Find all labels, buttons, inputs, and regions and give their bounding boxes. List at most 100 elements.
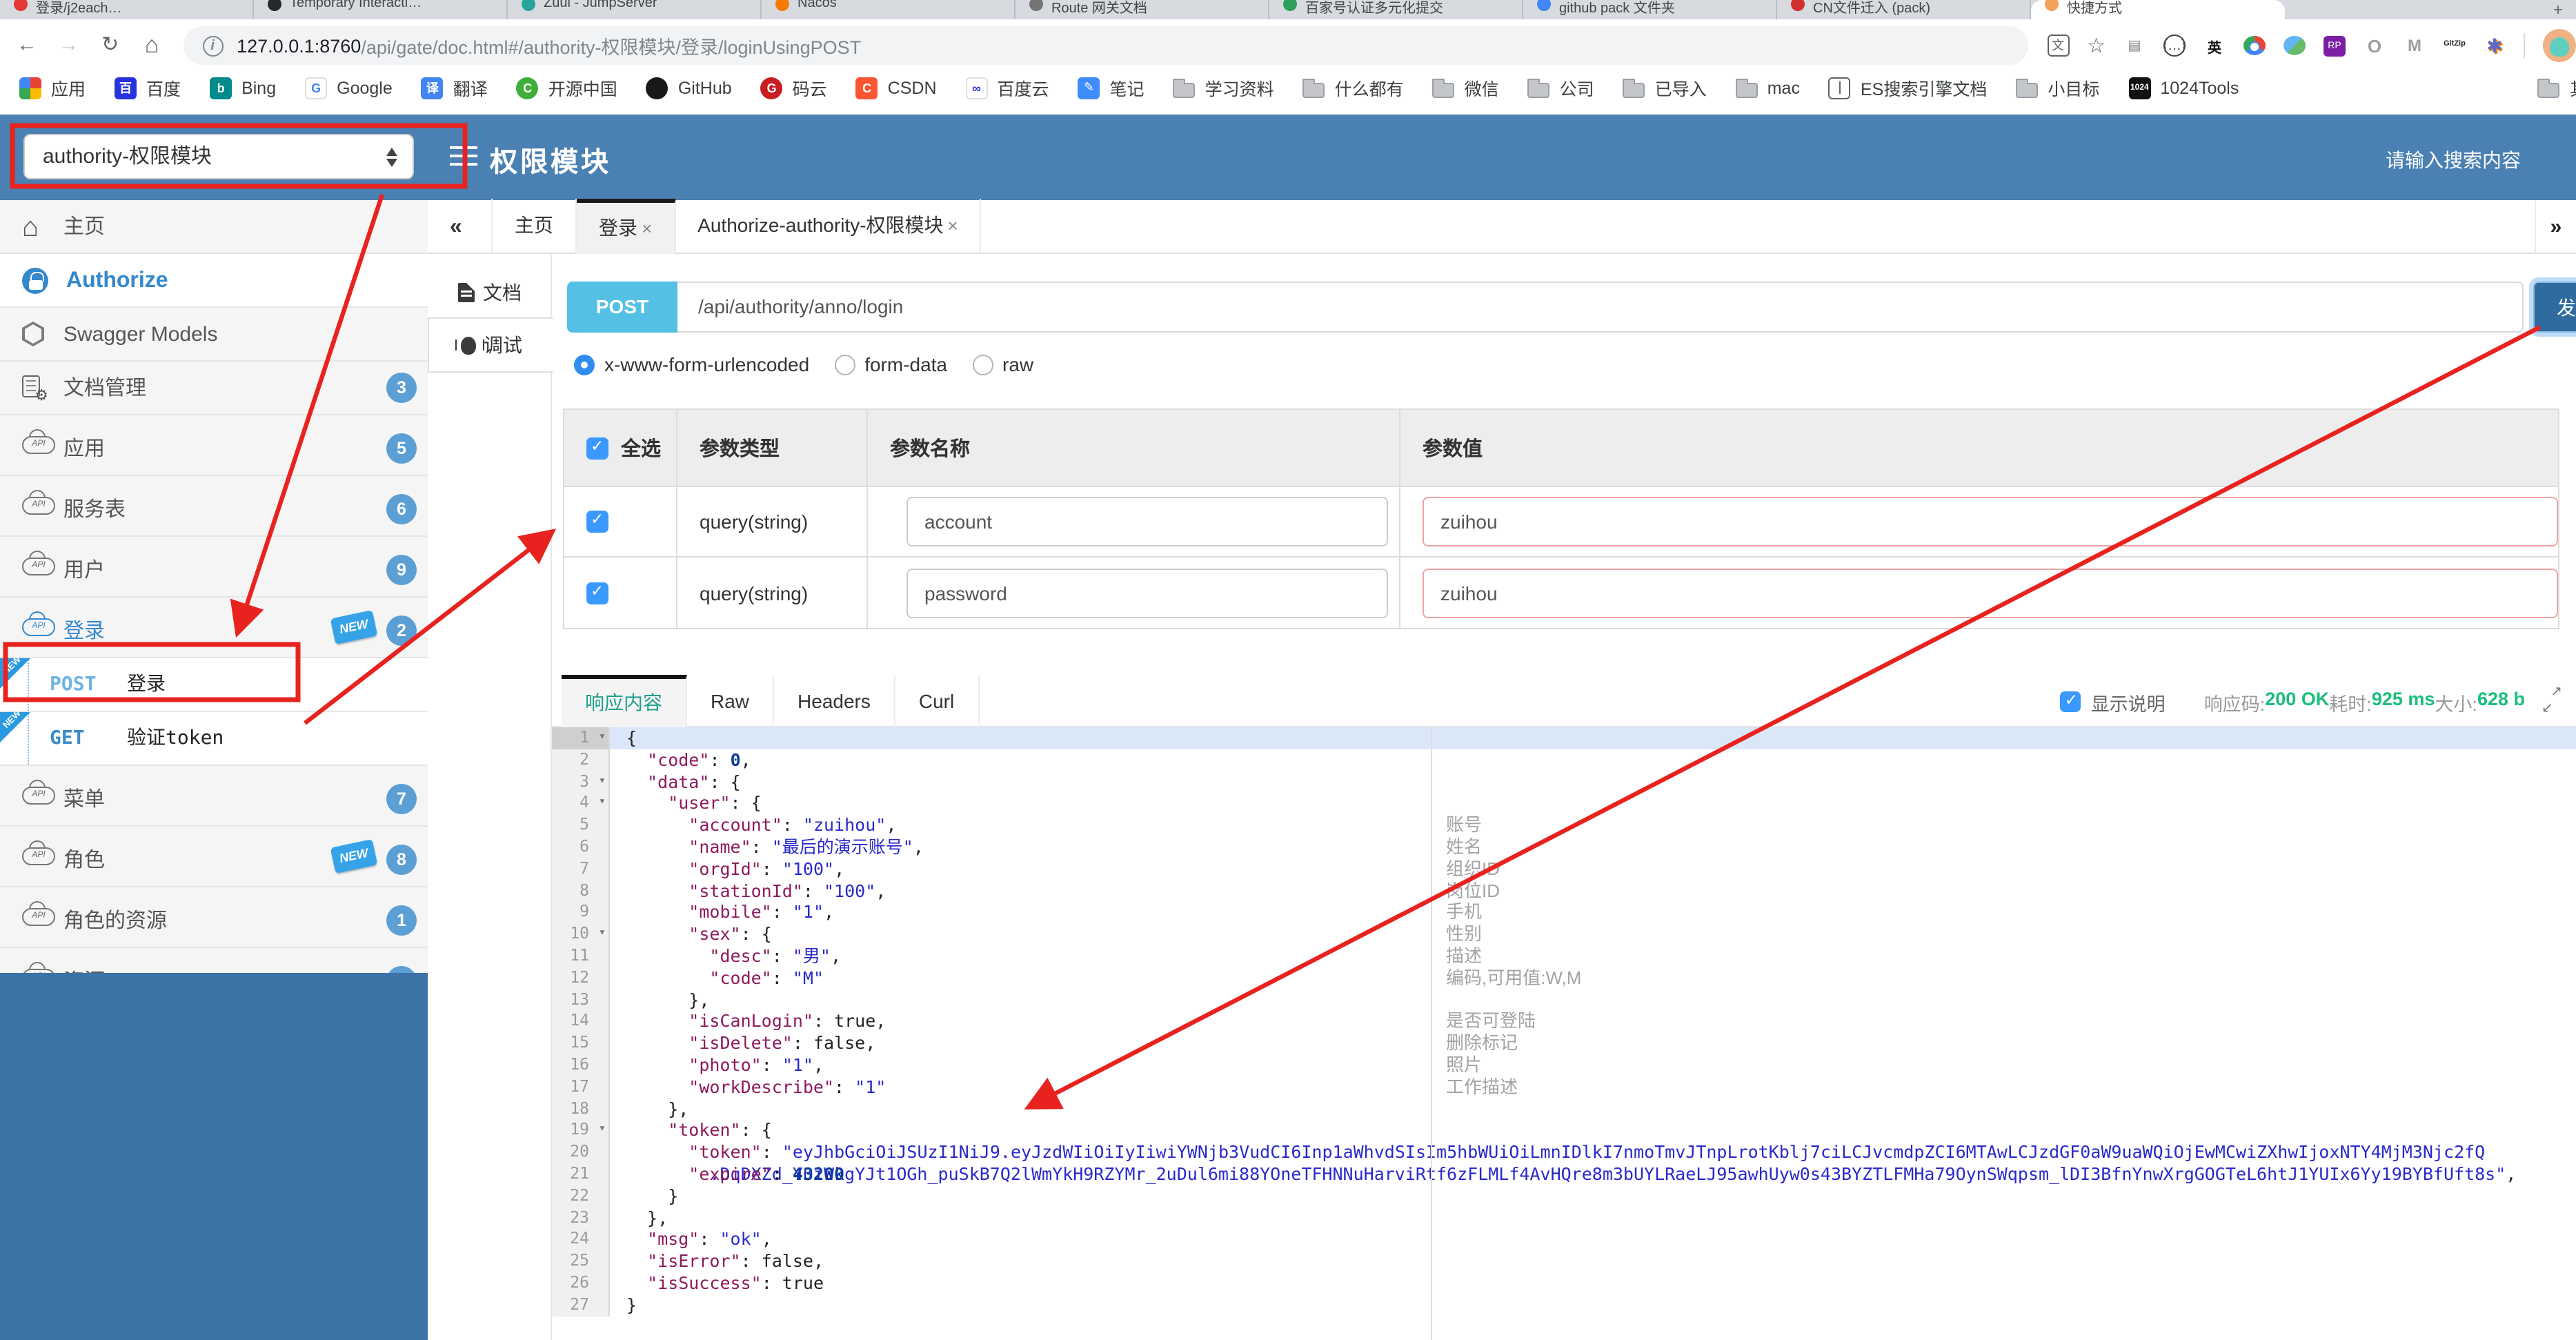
browser-tab[interactable]: 登录/j2each… [0, 0, 254, 19]
bookmark[interactable]: 1024 1024Tools [2128, 77, 2239, 99]
bookmark[interactable]: 已导入 [1623, 75, 1707, 101]
line-number[interactable]: 17 [552, 1076, 610, 1098]
browser-tab[interactable]: 快捷方式 [2031, 0, 2285, 19]
line-number[interactable]: 15 [552, 1032, 610, 1054]
line-number[interactable]: 10 [552, 923, 610, 945]
response-tab[interactable]: Headers [774, 675, 895, 727]
bookmark[interactable]: GitHub [646, 77, 732, 99]
line-number[interactable]: 13 [552, 989, 610, 1011]
line-number[interactable]: 7 [552, 858, 610, 880]
browser-tab[interactable]: Temporary Interacti… [254, 0, 508, 19]
fold-icon[interactable] [599, 1120, 606, 1142]
send-button[interactable]: 发 [2533, 282, 2576, 333]
line-number[interactable]: 5 [552, 814, 610, 836]
browser-tab[interactable]: 百家号认证多元化提交 [1269, 0, 1523, 19]
line-number[interactable]: 25 [552, 1250, 610, 1272]
sidebar-item[interactable]: 文档管理 3 [0, 362, 428, 415]
radio-icon[interactable] [834, 354, 855, 375]
collapse-tabs-icon[interactable] [450, 200, 462, 254]
line-number[interactable]: 9 [552, 901, 610, 924]
line-number[interactable]: 27 [552, 1294, 610, 1317]
browser-tab[interactable]: CN文件迁入 (pack) [1777, 0, 2031, 19]
reload-button[interactable] [96, 29, 125, 62]
content-type-radio[interactable]: form-data [834, 353, 947, 375]
sidebar-item[interactable]: 角色的资源 1 [0, 894, 428, 948]
bookmark[interactable]: ∞ 百度云 [965, 75, 1049, 101]
line-number[interactable]: 4 [552, 792, 610, 815]
content-tab[interactable]: 主页 [493, 199, 577, 254]
fullscreen-icon[interactable] [2542, 684, 2562, 716]
browser-tab[interactable]: Nacos [762, 0, 1015, 19]
line-number[interactable]: 8 [552, 880, 610, 902]
line-number[interactable]: 26 [552, 1272, 610, 1294]
line-number[interactable]: 19 [552, 1119, 610, 1142]
sidebar-item[interactable]: 菜单 7 [0, 773, 428, 827]
bookmark[interactable]: 公司 [1527, 75, 1594, 101]
extension-icon[interactable]: ✱ [2484, 34, 2506, 57]
bookmark[interactable]: 小目标 [2016, 75, 2099, 101]
extension-icon[interactable]: GitZip [2444, 35, 2466, 57]
line-number[interactable]: 12 [552, 967, 610, 989]
line-number[interactable]: 1 [552, 727, 610, 749]
bookmark[interactable]: ES搜索引擎文档 [1828, 75, 1987, 101]
line-number[interactable]: 22 [552, 1185, 610, 1208]
sidebar-item[interactable]: 服务表 6 [0, 483, 428, 537]
bookmark[interactable]: 学习资料 [1173, 75, 1274, 101]
line-number[interactable]: 20 [552, 1141, 610, 1163]
line-number[interactable]: 6 [552, 836, 610, 858]
back-button[interactable] [12, 29, 41, 62]
extension-icon[interactable]: 英 [2203, 35, 2226, 57]
response-body-editor[interactable]: 1 { 2 "code": 0, 3 "data": { [552, 727, 2576, 1340]
close-tab-icon[interactable]: × [642, 218, 652, 239]
bookmark[interactable]: 什么都有 [1302, 75, 1404, 101]
bookmark[interactable]: ✎ 笔记 [1078, 75, 1145, 101]
sidebar-item[interactable]: Swagger Models [0, 308, 428, 362]
bookmark[interactable]: mac [1735, 78, 1800, 97]
row-checkbox[interactable] [586, 582, 608, 604]
expand-tabs-icon[interactable] [2535, 200, 2576, 254]
extension-icon[interactable] [2283, 36, 2306, 55]
bookmark[interactable]: 应用 [19, 75, 86, 101]
request-url-input[interactable]: POST /api/authority/anno/login [567, 282, 2524, 333]
line-number[interactable]: 3 [552, 771, 610, 793]
bookmark-star-icon[interactable] [2087, 33, 2106, 58]
module-select[interactable]: authority-权限模块 [23, 134, 414, 179]
profile-avatar[interactable] [2542, 29, 2576, 62]
sidebar-item[interactable]: NEW POST 登录 [0, 655, 428, 712]
site-info-icon[interactable] [202, 35, 224, 56]
fold-icon[interactable] [599, 923, 606, 945]
line-number[interactable]: 21 [552, 1163, 610, 1185]
extension-icon[interactable]: ▤ [2123, 35, 2146, 57]
response-tab[interactable]: Curl [895, 675, 980, 727]
select-all-checkbox[interactable] [586, 437, 608, 459]
forward-button[interactable] [54, 29, 83, 62]
row-checkbox[interactable] [586, 511, 608, 533]
tab-debug[interactable]: 调试 [428, 317, 553, 373]
bookmark[interactable]: G Google [305, 77, 393, 99]
bookmark[interactable]: C 开源中国 [516, 75, 617, 101]
content-tab[interactable]: 登录 × [577, 199, 676, 254]
param-name-input[interactable]: account [906, 497, 1388, 546]
radio-icon[interactable] [574, 354, 595, 375]
bookmark[interactable]: C CSDN [855, 77, 937, 99]
home-button[interactable] [137, 29, 166, 62]
fold-icon[interactable] [599, 793, 606, 815]
response-tab[interactable]: Raw [687, 675, 775, 727]
browser-tab[interactable]: Zuul - JumpServer [508, 0, 762, 19]
param-value-input[interactable]: zuihou [1423, 497, 2558, 546]
extension-icon[interactable]: M [2404, 35, 2426, 57]
bookmark[interactable]: b Bing [210, 77, 276, 99]
extension-icon[interactable]: RP [2323, 35, 2346, 56]
bookmark[interactable]: 微信 [1432, 75, 1499, 101]
param-name-input[interactable]: password [906, 568, 1388, 618]
bookmark[interactable]: 百 百度 [115, 75, 181, 101]
close-tab-icon[interactable]: × [948, 215, 958, 236]
content-type-radio[interactable]: x-www-form-urlencoded [574, 353, 809, 375]
radio-icon[interactable] [972, 354, 993, 375]
bookmark-overflow-folder[interactable]: 其 [2537, 75, 2576, 101]
tab-doc[interactable]: 文档 [428, 268, 552, 317]
sidebar-item[interactable]: 应用 5 [0, 422, 428, 476]
extension-icon[interactable]: O [2364, 35, 2386, 57]
content-type-radio[interactable]: raw [972, 353, 1033, 375]
header-search-placeholder[interactable]: 请输入搜索内容 [2386, 146, 2521, 174]
